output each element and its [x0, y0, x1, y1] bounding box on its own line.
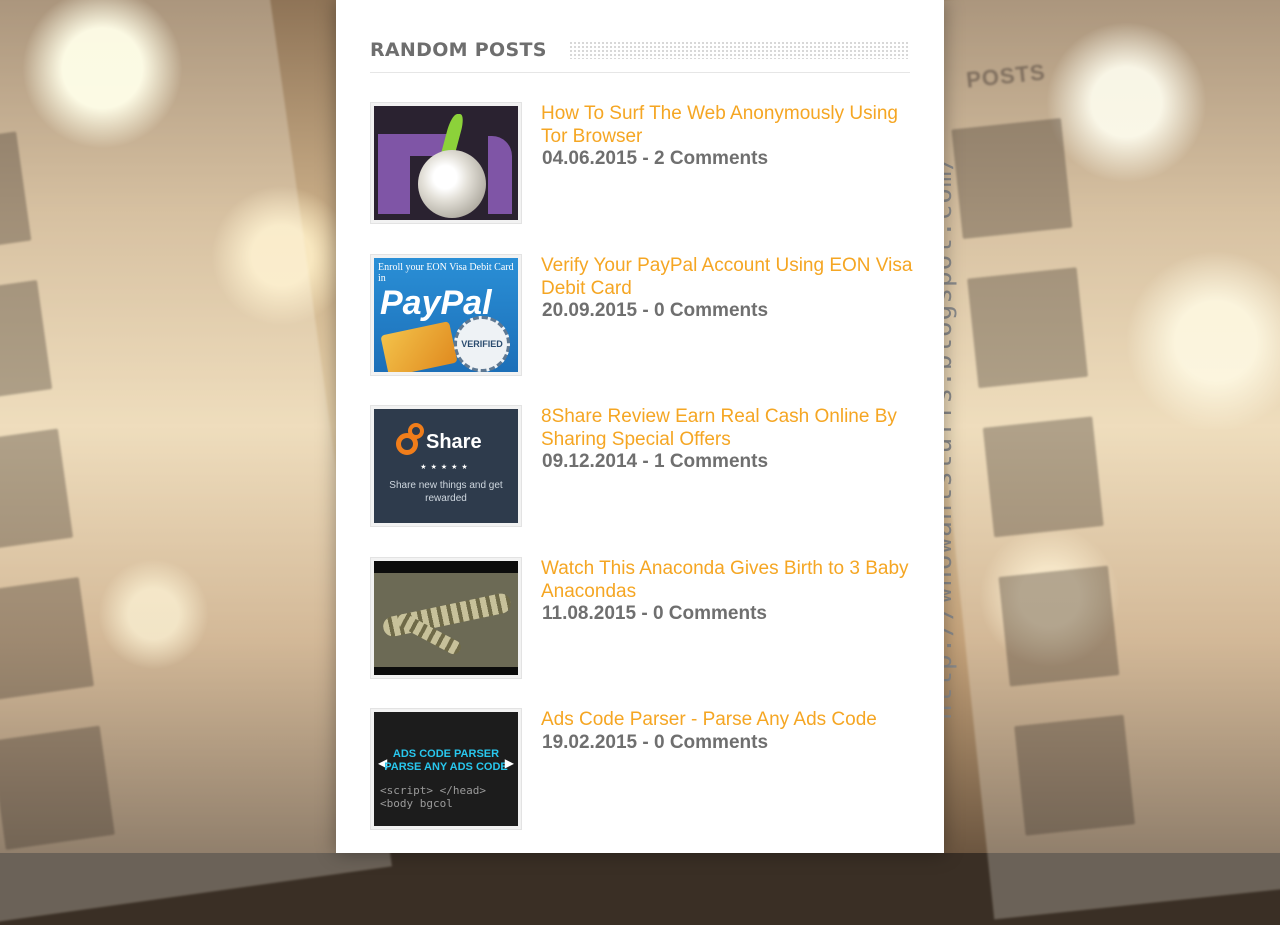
post-comments-link[interactable]: 0 Comments	[654, 732, 768, 753]
widget-title: RANDOM POSTS	[370, 39, 547, 61]
post-thumbnail[interactable]: ◀ ADS CODE PARSER PARSE ANY ADS CODE ▶ <…	[370, 708, 522, 830]
ghost-thumb	[0, 428, 74, 553]
ghost-thumb	[1014, 714, 1136, 836]
ghost-thumb	[967, 267, 1089, 389]
post-thumbnail[interactable]	[370, 102, 522, 224]
post-date: 09.12.2014	[542, 451, 638, 472]
anaconda-image	[374, 561, 518, 675]
post-title-link[interactable]: Ads Code Parser - Parse Any Ads Code	[541, 708, 913, 731]
thumb-caption: Enroll your EON Visa Debit Card in	[378, 262, 514, 284]
widget-header: RANDOM POSTS	[370, 28, 910, 73]
post-comments-link[interactable]: 0 Comments	[654, 300, 768, 321]
star-rating: ★★★★★	[420, 464, 472, 471]
paypal-verified-icon: Enroll your EON Visa Debit Card in PayPa…	[374, 258, 518, 372]
post-meta: 04.06.2015 - 2 Comments	[542, 148, 769, 169]
post-item: ◀ ADS CODE PARSER PARSE ANY ADS CODE ▶ <…	[370, 708, 910, 832]
post-title-link[interactable]: 8Share Review Earn Real Cash Online By S…	[541, 405, 913, 451]
share-tagline: Share new things and get rewarded	[389, 480, 503, 504]
post-date: 11.08.2015	[542, 603, 637, 624]
share-brand: Share	[426, 431, 482, 453]
post-date: 19.02.2015	[542, 732, 638, 753]
ghost-thumb	[0, 725, 115, 850]
post-comments-link[interactable]: 2 Comments	[654, 148, 768, 169]
post-comments-link[interactable]: 1 Comments	[654, 451, 768, 472]
ghost-thumb	[0, 577, 94, 702]
ghost-thumb	[982, 416, 1104, 538]
post-item: Watch This Anaconda Gives Birth to 3 Bab…	[370, 557, 910, 681]
post-title-link[interactable]: Watch This Anaconda Gives Birth to 3 Bab…	[541, 557, 913, 603]
ads-code-icon: ◀ ADS CODE PARSER PARSE ANY ADS CODE ▶ <…	[374, 712, 518, 826]
tor-onion-icon	[374, 106, 518, 220]
8share-logo-icon: Share ★★★★★ Share new things and get rew…	[374, 409, 518, 523]
post-meta: 09.12.2014 - 1 Comments	[542, 451, 769, 472]
dotted-divider	[568, 41, 910, 59]
post-item: Share ★★★★★ Share new things and get rew…	[370, 405, 910, 529]
post-title-link[interactable]: Verify Your PayPal Account Using EON Vis…	[541, 254, 913, 300]
post-thumbnail[interactable]: Share ★★★★★ Share new things and get rew…	[370, 405, 522, 527]
verified-seal: VERIFIED	[454, 316, 510, 372]
ghost-thumb	[951, 118, 1073, 239]
random-posts-widget: RANDOM POSTS How To Surf The Web Anonymo…	[336, 0, 944, 853]
post-date: 04.06.2015	[542, 148, 638, 169]
code-snippet: <script> </head> <body bgcol	[380, 784, 486, 810]
post-meta: 19.02.2015 - 0 Comments	[542, 732, 769, 753]
ghost-heading: POSTS	[965, 59, 1047, 93]
ghost-thumb	[998, 565, 1120, 687]
ghost-thumb	[0, 131, 32, 256]
post-title-link[interactable]: How To Surf The Web Anonymously Using To…	[541, 102, 913, 148]
post-comments-link[interactable]: 0 Comments	[653, 603, 767, 624]
post-meta: 11.08.2015 - 0 Comments	[542, 603, 767, 624]
post-item: Enroll your EON Visa Debit Card in PayPa…	[370, 254, 913, 378]
post-meta: 20.09.2015 - 0 Comments	[542, 300, 769, 321]
ghost-thumb	[0, 280, 53, 405]
post-date: 20.09.2015	[542, 300, 638, 321]
post-thumbnail[interactable]: Enroll your EON Visa Debit Card in PayPa…	[370, 254, 522, 376]
post-item: How To Surf The Web Anonymously Using To…	[370, 102, 910, 226]
post-thumbnail[interactable]	[370, 557, 522, 679]
ads-banner-text: ADS CODE PARSER PARSE ANY ADS CODE	[384, 748, 508, 773]
